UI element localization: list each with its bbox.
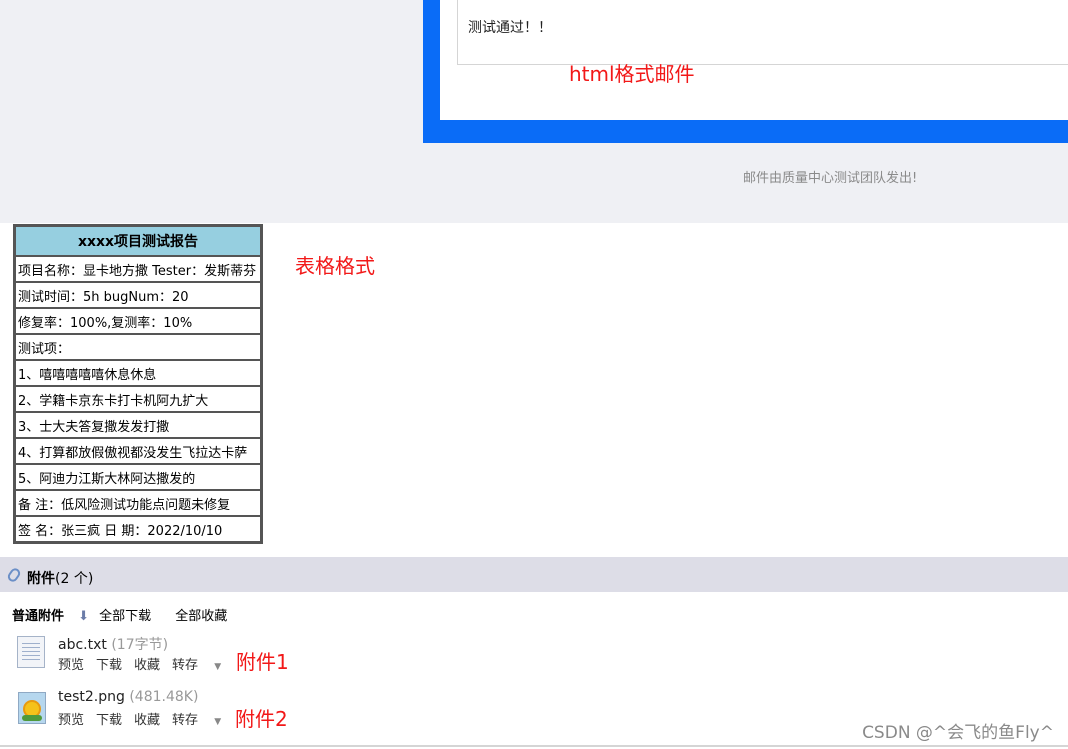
report-row-project: 项目名称：显卡地方撒 Tester：发斯蒂芬: [15, 256, 261, 282]
attachment-1-transfer-label: 转存: [172, 658, 199, 673]
image-file-icon[interactable]: [18, 692, 46, 724]
chevron-down-icon: ▼: [214, 662, 222, 672]
table-format-annotation: 表格格式: [295, 254, 375, 278]
attachment-2-annotation: 附件2: [235, 707, 288, 731]
attachment-2-transfer-dropdown[interactable]: 转存 ▼: [172, 713, 233, 728]
chevron-down-icon: ▼: [214, 717, 222, 727]
attachments-toolbar: 普通附件 ⬇ 全部下载 全部收藏: [12, 605, 237, 624]
attachment-1-preview-link[interactable]: 预览: [58, 658, 84, 673]
attachments-label: 附件: [27, 571, 55, 587]
text-file-icon[interactable]: [17, 636, 45, 668]
report-row-time: 测试时间：5h bugNum：20: [15, 282, 261, 308]
collect-all-button[interactable]: 全部收藏: [175, 609, 227, 624]
report-row-item-5: 5、阿迪力江斯大林阿达撒发的: [15, 464, 261, 490]
attachment-2-size: (481.48K): [129, 689, 199, 705]
sunflower-icon: [25, 702, 39, 716]
attachments-count: (2 个): [55, 571, 94, 587]
download-arrow-icon: ⬇: [78, 609, 90, 624]
attachment-2-actions: 预览 下载 收藏 转存 ▼: [58, 709, 245, 728]
attachment-2-download-link[interactable]: 下载: [96, 713, 122, 728]
normal-attachments-label: 普通附件: [12, 609, 65, 624]
report-row-items-header: 测试项：: [15, 334, 261, 360]
attachment-1-transfer-dropdown[interactable]: 转存 ▼: [172, 658, 233, 673]
csdn-watermark: CSDN @^会飞的鱼Fly^: [862, 723, 1054, 743]
report-row-item-4: 4、打算都放假傲视都没发生飞拉达卡萨: [15, 438, 261, 464]
html-format-annotation: html格式邮件: [569, 62, 695, 86]
attachment-2-name[interactable]: test2.png: [58, 689, 125, 705]
attachment-2-collect-link[interactable]: 收藏: [134, 713, 160, 728]
report-title: xxxx项目测试报告: [15, 226, 261, 256]
report-row-item-1: 1、嘻嘻嘻嘻嘻休息休息: [15, 360, 261, 386]
report-row-item-3: 3、士大夫答复撒发发打撒: [15, 412, 261, 438]
attachment-2-preview-link[interactable]: 预览: [58, 713, 84, 728]
attachment-1-download-link[interactable]: 下载: [96, 658, 122, 673]
attachment-1-title[interactable]: abc.txt (17字节): [58, 634, 168, 654]
attachment-1-actions: 预览 下载 收藏 转存 ▼: [58, 654, 245, 673]
attachment-1-annotation: 附件1: [236, 650, 289, 674]
report-row-fix-rate: 修复率：100%,复测率：10%: [15, 308, 261, 334]
download-all-button[interactable]: ⬇ 全部下载: [78, 609, 161, 624]
report-row-item-2: 2、学籍卡京东卡打卡机阿九扩大: [15, 386, 261, 412]
attachment-1-size: (17字节): [111, 637, 169, 653]
email-footer-text: 邮件由质量中心测试团队发出!: [743, 171, 918, 186]
download-all-label: 全部下载: [99, 609, 152, 624]
attachments-title: 附件(2 个): [27, 568, 93, 588]
bottom-divider: [0, 745, 1068, 747]
attachments-header-bar: [0, 557, 1068, 592]
report-row-signature: 签 名：张三疯 日 期：2022/10/10: [15, 516, 261, 542]
attachment-1-collect-link[interactable]: 收藏: [134, 658, 160, 673]
test-report-table: xxxx项目测试报告 项目名称：显卡地方撒 Tester：发斯蒂芬 测试时间：5…: [13, 224, 263, 544]
attachment-2-title[interactable]: test2.png (481.48K): [58, 689, 198, 705]
email-message-text: 测试通过！！: [468, 20, 552, 36]
report-row-remark: 备 注：低风险测试功能点问题未修复: [15, 490, 261, 516]
leaf-icon: [22, 715, 42, 721]
attachment-2-transfer-label: 转存: [172, 713, 199, 728]
attachment-1-name[interactable]: abc.txt: [58, 637, 107, 653]
